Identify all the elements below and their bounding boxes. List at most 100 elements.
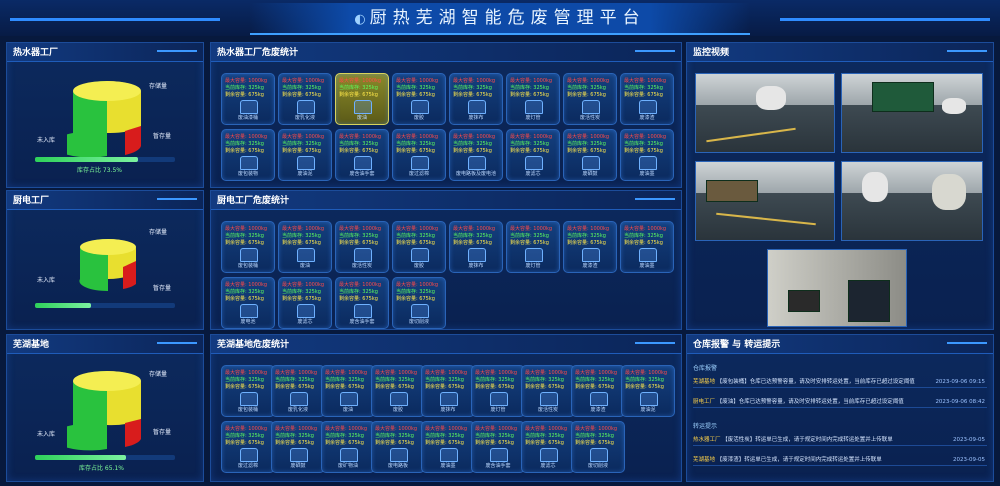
tile-stock: 当前库存: 325kg bbox=[425, 377, 464, 383]
transfer-row[interactable]: 热水器工厂 【废活性炭】转运单已生成，请于规定时间内完成转运处置并上传联单 202… bbox=[693, 435, 987, 446]
alarm-text: 【废包装桶】仓库已达预警容量，请及时安排转运处置，当前库存已超过设定阈值 bbox=[716, 379, 915, 385]
waste-tile[interactable]: 最大容量: 1000kg 当前库存: 325kg 剩余容量: 675kg 废漆渣 bbox=[620, 73, 674, 125]
waste-tile[interactable]: 最大容量: 1000kg 当前库存: 325kg 剩余容量: 675kg 废乳化液 bbox=[271, 365, 325, 417]
waste-tile[interactable]: 最大容量: 1000kg 当前库存: 325kg 剩余容量: 675kg 废过滤棉 bbox=[392, 129, 446, 181]
camera-feed[interactable] bbox=[695, 73, 835, 153]
tile-remaining: 剩余容量: 675kg bbox=[396, 148, 435, 154]
camera-feed[interactable] bbox=[841, 161, 983, 241]
page-title-text: 厨热芜湖智能危废管理平台 bbox=[369, 8, 646, 28]
tile-name: 废活性炭 bbox=[579, 115, 600, 121]
waste-tile[interactable]: 最大容量: 1000kg 当前库存: 325kg 剩余容量: 675kg 废包装物 bbox=[221, 129, 275, 181]
waste-tile[interactable]: 最大容量: 1000kg 当前库存: 325kg 剩余容量: 675kg 废过滤棉 bbox=[221, 421, 275, 473]
cam-object bbox=[942, 98, 966, 114]
waste-tile[interactable]: 最大容量: 1000kg 当前库存: 325kg 剩余容量: 675kg 废油墨 bbox=[620, 221, 674, 273]
waste-tile[interactable]: 最大容量: 1000kg 当前库存: 325kg 剩余容量: 675kg 废硒鼓 bbox=[563, 129, 617, 181]
waste-tile[interactable]: 最大容量: 1000kg 当前库存: 325kg 剩余容量: 675kg 废灯管 bbox=[506, 221, 560, 273]
tile-stock: 当前库存: 325kg bbox=[575, 433, 614, 439]
waste-tile[interactable]: 最大容量: 1000kg 当前库存: 325kg 剩余容量: 675kg 废油漆桶 bbox=[221, 73, 275, 125]
waste-tile[interactable]: 最大容量: 1000kg 当前库存: 325kg 剩余容量: 675kg 废硒鼓 bbox=[271, 421, 325, 473]
transfer-row[interactable]: 芜湖基地 【废漆渣】转运单已生成，请于规定时间内完成转运处置并上传联单 2023-… bbox=[693, 455, 987, 466]
waste-tile[interactable]: 最大容量: 1000kg 当前库存: 325kg 剩余容量: 675kg 废含油手套 bbox=[335, 277, 389, 329]
waste-tile[interactable]: 最大容量: 1000kg 当前库存: 325kg 剩余容量: 675kg 废电路板 bbox=[371, 421, 425, 473]
pie-label: 存储量 bbox=[149, 371, 168, 378]
tile-name: 废胶 bbox=[392, 407, 403, 413]
waste-tile[interactable]: 最大容量: 1000kg 当前库存: 325kg 剩余容量: 675kg 废抹布 bbox=[449, 221, 503, 273]
waste-tile[interactable]: 最大容量: 1000kg 当前库存: 325kg 剩余容量: 675kg 废矿物油 bbox=[321, 421, 375, 473]
tile-capacity: 最大容量: 1000kg bbox=[475, 370, 518, 376]
tile-remaining: 剩余容量: 675kg bbox=[225, 148, 264, 154]
waste-tile[interactable]: 最大容量: 1000kg 当前库存: 325kg 剩余容量: 675kg 废抹布 bbox=[421, 365, 475, 417]
alarm-time: 2023-09-06 09:15 bbox=[935, 379, 985, 385]
tile-remaining: 剩余容量: 675kg bbox=[396, 240, 435, 246]
waste-tile[interactable]: 最大容量: 1000kg 当前库存: 325kg 剩余容量: 675kg 废灯管 bbox=[471, 365, 525, 417]
waste-tile[interactable]: 最大容量: 1000kg 当前库存: 325kg 剩余容量: 675kg 废胶 bbox=[392, 73, 446, 125]
waste-tile[interactable]: 最大容量: 1000kg 当前库存: 325kg 剩余容量: 675kg 废油 bbox=[321, 365, 375, 417]
waste-tile[interactable]: 最大容量: 1000kg 当前库存: 325kg 剩余容量: 675kg 废乳化液 bbox=[278, 73, 332, 125]
alarm-row[interactable]: 厨电工厂 【废油】仓库已达预警容量，请及时安排转运处置，当前库存已超过设定阈值 2… bbox=[693, 397, 987, 408]
tile-capacity: 最大容量: 1000kg bbox=[396, 226, 439, 232]
waste-bin-icon bbox=[240, 304, 258, 318]
waste-tile[interactable]: 最大容量: 1000kg 当前库存: 325kg 剩余容量: 675kg 废抹布 bbox=[449, 73, 503, 125]
panel-title: 厨电工厂危废统计 bbox=[217, 196, 290, 206]
pie-chart-2 bbox=[79, 239, 136, 292]
tile-stock: 当前库存: 325kg bbox=[396, 289, 435, 295]
camera-feed[interactable] bbox=[841, 73, 983, 153]
pie-top bbox=[73, 81, 141, 101]
waste-bin-icon bbox=[590, 392, 608, 406]
cam-object bbox=[862, 172, 888, 202]
tile-remaining: 剩余容量: 675kg bbox=[510, 92, 549, 98]
tile-stock: 当前库存: 325kg bbox=[339, 85, 378, 91]
waste-tile[interactable]: 最大容量: 1000kg 当前库存: 325kg 剩余容量: 675kg 废油墨 bbox=[421, 421, 475, 473]
waste-tile[interactable]: 最大容量: 1000kg 当前库存: 325kg 剩余容量: 675kg 废胶 bbox=[392, 221, 446, 273]
alarm-text: 【废漆渣】转运单已生成，请于规定时间内完成转运处置并上传联单 bbox=[716, 457, 882, 463]
camera-feed[interactable] bbox=[767, 249, 907, 327]
tile-stock: 当前库存: 325kg bbox=[453, 233, 492, 239]
waste-tile[interactable]: 最大容量: 1000kg 当前库存: 325kg 剩余容量: 675kg 废电路板及废… bbox=[449, 129, 503, 181]
tile-name: 废油墨 bbox=[440, 463, 456, 469]
tile-stock: 当前库存: 325kg bbox=[225, 85, 264, 91]
waste-tile[interactable]: 最大容量: 1000kg 当前库存: 325kg 剩余容量: 675kg 废活性炭 bbox=[335, 221, 389, 273]
tile-name: 废包装物 bbox=[237, 171, 258, 177]
waste-bin-icon bbox=[639, 100, 657, 114]
waste-tile[interactable]: 最大容量: 1000kg 当前库存: 325kg 剩余容量: 675kg 废切削液 bbox=[571, 421, 625, 473]
stock-gauge bbox=[35, 157, 175, 162]
waste-bin-icon bbox=[639, 156, 657, 170]
waste-tile[interactable]: 最大容量: 1000kg 当前库存: 325kg 剩余容量: 675kg 废油 bbox=[278, 221, 332, 273]
tile-remaining: 剩余容量: 675kg bbox=[575, 440, 614, 446]
tile-remaining: 剩余容量: 675kg bbox=[453, 148, 492, 154]
waste-bin-icon bbox=[490, 392, 508, 406]
waste-tile[interactable]: 最大容量: 1000kg 当前库存: 325kg 剩余容量: 675kg 废油墨 bbox=[620, 129, 674, 181]
waste-tile[interactable]: 最大容量: 1000kg 当前库存: 325kg 剩余容量: 675kg 废滤芯 bbox=[506, 129, 560, 181]
waste-tile[interactable]: 最大容量: 1000kg 当前库存: 325kg 剩余容量: 675kg 废包装桶 bbox=[221, 221, 275, 273]
waste-tile[interactable]: 最大容量: 1000kg 当前库存: 325kg 剩余容量: 675kg 废切削液 bbox=[392, 277, 446, 329]
tile-capacity: 最大容量: 1000kg bbox=[567, 134, 610, 140]
waste-tile[interactable]: 最大容量: 1000kg 当前库存: 325kg 剩余容量: 675kg 废活性炭 bbox=[521, 365, 575, 417]
waste-tile[interactable]: 最大容量: 1000kg 当前库存: 325kg 剩余容量: 675kg 废胶 bbox=[371, 365, 425, 417]
alarm-row[interactable]: 芜湖基地 【废包装桶】仓库已达预警容量，请及时安排转运处置，当前库存已超过设定阈… bbox=[693, 377, 987, 388]
tile-stock: 当前库存: 325kg bbox=[624, 141, 663, 147]
waste-tile[interactable]: 最大容量: 1000kg 当前库存: 325kg 剩余容量: 675kg 废油泥 bbox=[278, 129, 332, 181]
waste-tile[interactable]: 最大容量: 1000kg 当前库存: 325kg 剩余容量: 675kg 废滤芯 bbox=[521, 421, 575, 473]
waste-tile[interactable]: 最大容量: 1000kg 当前库存: 325kg 剩余容量: 675kg 废电池 bbox=[221, 277, 275, 329]
waste-bin-icon bbox=[354, 304, 372, 318]
alarm-tag: 芜湖基地 bbox=[693, 379, 716, 385]
waste-tile[interactable]: 最大容量: 1000kg 当前库存: 325kg 剩余容量: 675kg 废包装桶 bbox=[221, 365, 275, 417]
tile-capacity: 最大容量: 1000kg bbox=[510, 226, 553, 232]
tile-capacity: 最大容量: 1000kg bbox=[525, 370, 568, 376]
panel-water-heater-factory: 热水器工厂 存储量 暂存量 未入库 库存占比 73.5% bbox=[6, 42, 204, 188]
tile-name: 废抹布 bbox=[440, 407, 456, 413]
tile-remaining: 剩余容量: 675kg bbox=[339, 92, 378, 98]
waste-tile[interactable]: 最大容量: 1000kg 当前库存: 325kg 剩余容量: 675kg 废油泥 bbox=[621, 365, 675, 417]
waste-tile[interactable]: 最大容量: 1000kg 当前库存: 325kg 剩余容量: 675kg 废灯管 bbox=[506, 73, 560, 125]
waste-tile[interactable]: 最大容量: 1000kg 当前库存: 325kg 剩余容量: 675kg 废含油手套 bbox=[335, 129, 389, 181]
waste-tile[interactable]: 最大容量: 1000kg 当前库存: 325kg 剩余容量: 675kg 废漆渣 bbox=[563, 221, 617, 273]
waste-tile[interactable]: 最大容量: 1000kg 当前库存: 325kg 剩余容量: 675kg 废活性炭 bbox=[563, 73, 617, 125]
tile-remaining: 剩余容量: 675kg bbox=[510, 240, 549, 246]
tile-stock: 当前库存: 325kg bbox=[625, 377, 664, 383]
waste-tile[interactable]: 最大容量: 1000kg 当前库存: 325kg 剩余容量: 675kg 废含油手套 bbox=[471, 421, 525, 473]
tile-name: 废漆渣 bbox=[582, 263, 598, 269]
waste-tile[interactable]: 最大容量: 1000kg 当前库存: 325kg 剩余容量: 675kg 废漆渣 bbox=[571, 365, 625, 417]
camera-feed[interactable] bbox=[695, 161, 835, 241]
waste-tile[interactable]: 最大容量: 1000kg 当前库存: 325kg 剩余容量: 675kg 废滤芯 bbox=[278, 277, 332, 329]
waste-tile[interactable]: 最大容量: 1000kg 当前库存: 325kg 剩余容量: 675kg 废油 bbox=[335, 73, 389, 125]
